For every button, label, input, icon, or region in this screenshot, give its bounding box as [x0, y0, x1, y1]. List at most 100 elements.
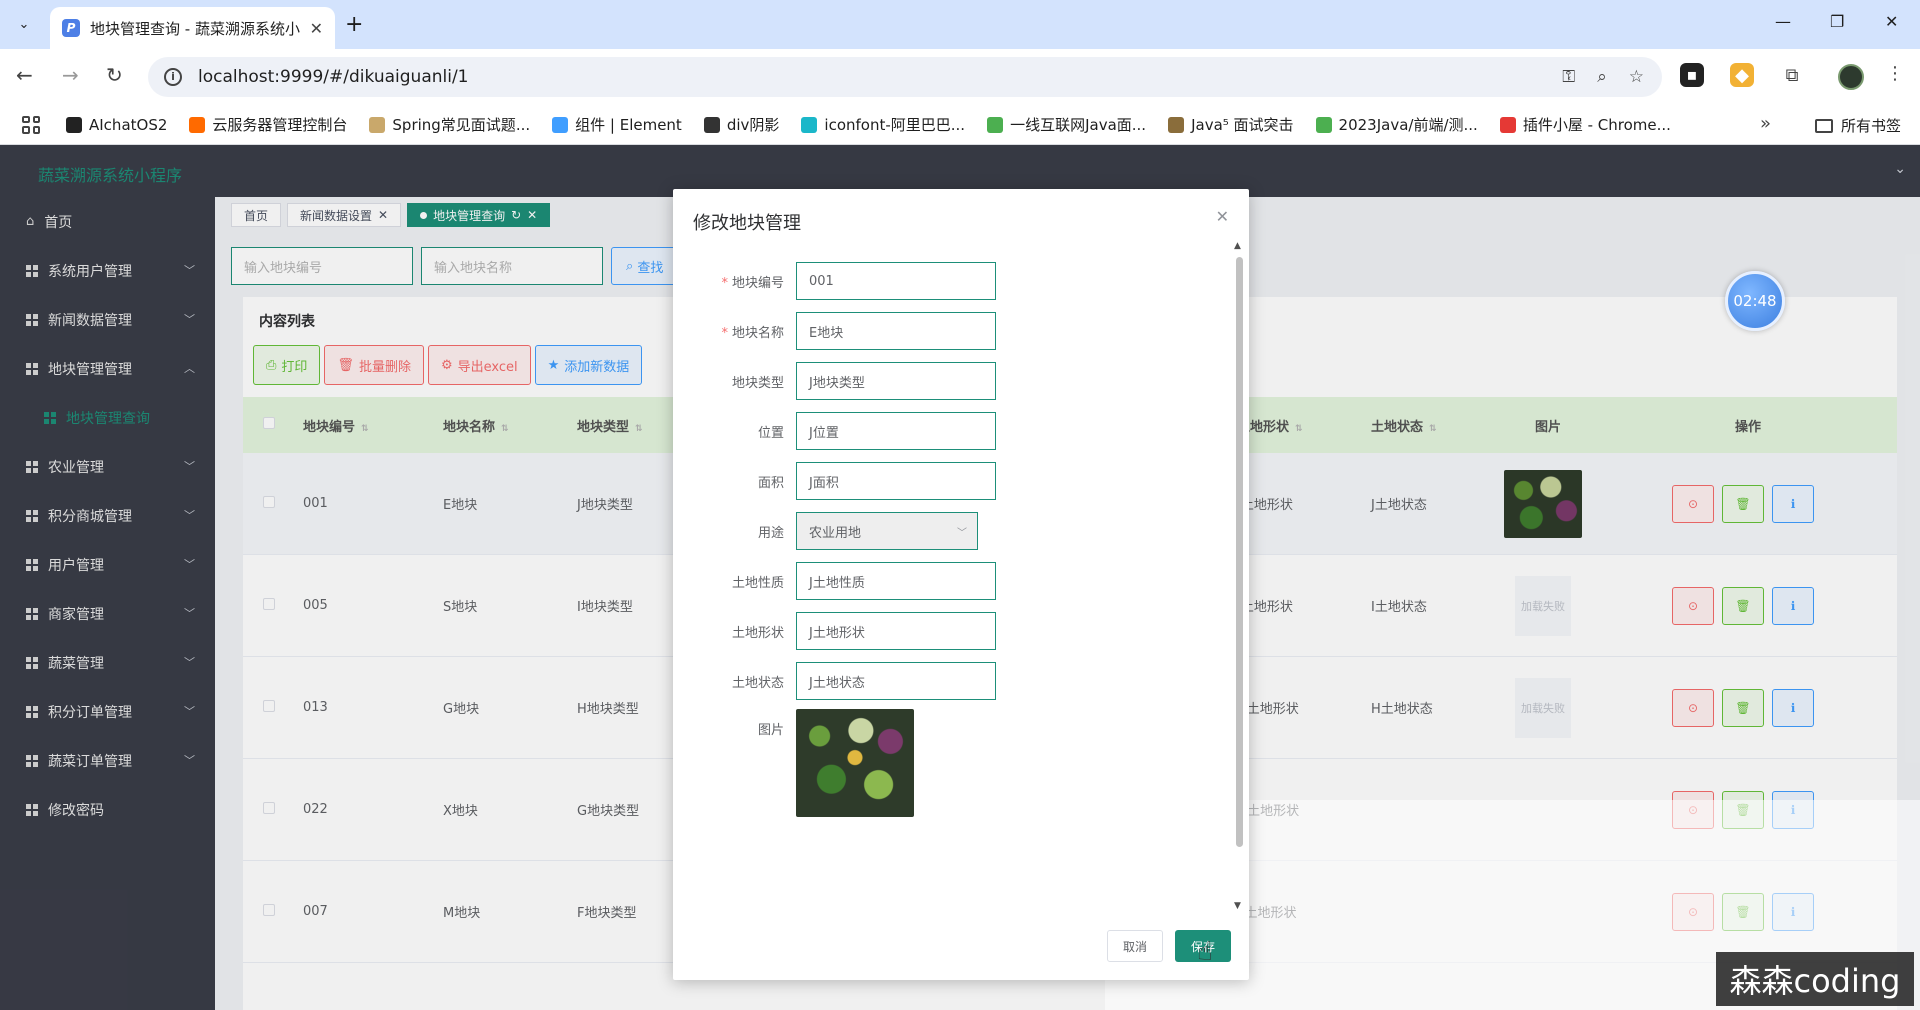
new-tab-icon[interactable]: +: [345, 12, 363, 37]
bookmark-item[interactable]: 云服务器管理控制台: [189, 114, 347, 135]
dialog-title: 修改地块管理: [693, 213, 801, 234]
bookmark-star-icon[interactable]: ☆: [1629, 67, 1644, 87]
bookmarks-bar: AIchatOS2 云服务器管理控制台 Spring常见面试题... 组件 | Ele…: [0, 105, 1920, 145]
browser-tab[interactable]: P 地块管理查询 - 蔬菜溯源系统小 ✕: [50, 7, 335, 49]
select-value: 农业用地: [809, 525, 862, 541]
bookmark-favicon-icon: [703, 116, 720, 133]
url-text[interactable]: localhost:9999/#/dikuaiguanli/1: [198, 67, 469, 87]
form-label: 土地形状: [673, 622, 796, 641]
more-bookmarks-icon[interactable]: »: [1760, 113, 1771, 134]
form-row: * 地块名称 E地块: [673, 312, 996, 350]
form-label-text: 地块类型: [731, 375, 784, 391]
favicon-icon: P: [62, 19, 80, 37]
usage-select[interactable]: 农业用地 ﹀: [796, 512, 978, 550]
form-row: 位置 J位置: [673, 412, 996, 450]
form-row: 土地性质 J土地性质: [673, 562, 996, 600]
form-label-text: 用途: [757, 525, 784, 541]
apps-grid-icon[interactable]: [22, 115, 40, 134]
bookmark-favicon-icon: [987, 116, 1004, 133]
form-row: 用途 农业用地 ﹀: [673, 512, 978, 550]
bookmark-item[interactable]: 插件小屋 - Chrome...: [1499, 114, 1671, 135]
bookmark-item[interactable]: Java⁵ 面试突击: [1168, 114, 1294, 135]
extension-icon[interactable]: ◼: [1680, 63, 1704, 87]
form-label: * 地块名称: [673, 322, 796, 341]
form-label-text: 位置: [757, 425, 784, 441]
timer-badge[interactable]: 02:48: [1725, 271, 1785, 331]
all-bookmarks-folder[interactable]: 所有书签: [1815, 115, 1901, 136]
bookmark-favicon-icon: [66, 116, 82, 133]
puzzle-icon[interactable]: ⧉: [1780, 63, 1804, 87]
bookmark-item[interactable]: 一线互联网Java面...: [987, 114, 1146, 135]
form-label: 地块类型: [673, 372, 796, 391]
form-input[interactable]: J地块类型: [796, 362, 996, 400]
omnibox[interactable]: i localhost:9999/#/dikuaiguanli/1 ⚿ ⌕ ☆: [148, 57, 1662, 97]
form-input[interactable]: J面积: [796, 462, 996, 500]
form-label: 面积: [673, 472, 796, 491]
reload-icon[interactable]: ↻: [106, 63, 123, 87]
back-icon[interactable]: ←: [16, 63, 33, 87]
zoom-icon[interactable]: ⌕: [1597, 67, 1607, 87]
form-row: 图片: [673, 709, 914, 817]
bookmark-item[interactable]: iconfont-阿里巴巴...: [801, 114, 965, 135]
bookmark-label: 插件小屋 - Chrome...: [1522, 116, 1671, 134]
plot-image-upload[interactable]: [796, 709, 914, 817]
folder-label: 所有书签: [1841, 117, 1902, 135]
tab-search-icon[interactable]: ⌄: [10, 10, 38, 38]
form-label: 位置: [673, 422, 796, 441]
form-input[interactable]: 001: [796, 262, 996, 300]
site-info-icon[interactable]: i: [164, 68, 182, 86]
bookmark-favicon-icon: [1315, 116, 1332, 133]
bookmark-label: 云服务器管理控制台: [212, 116, 348, 134]
tab-title: 地块管理查询 - 蔬菜溯源系统小: [90, 19, 300, 38]
more-menu-icon[interactable]: ⋮: [1886, 63, 1904, 84]
form-label-text: 图片: [757, 723, 784, 738]
form-label-text: 土地性质: [731, 575, 784, 591]
form-input[interactable]: J土地状态: [796, 662, 996, 700]
bookmark-favicon-icon: [1499, 116, 1516, 133]
dialog-scrollbar[interactable]: ▲ ▼: [1233, 241, 1245, 911]
form-input[interactable]: J位置: [796, 412, 996, 450]
bookmark-label: div阴影: [726, 116, 780, 134]
form-row: 土地状态 J土地状态: [673, 662, 996, 700]
form-label-text: 地块名称: [731, 325, 784, 341]
browser-tab-strip: ⌄ P 地块管理查询 - 蔬菜溯源系统小 ✕ + — ❐ ✕: [0, 0, 1920, 49]
bookmark-label: AIchatOS2: [89, 115, 168, 134]
watermark: 森森coding: [1716, 952, 1914, 1006]
form-label: * 地块编号: [673, 272, 796, 291]
scroll-up-icon[interactable]: ▲: [1234, 241, 1241, 251]
bookmark-item[interactable]: 2023Java/前端/测...: [1315, 114, 1478, 135]
form-row: 面积 J面积: [673, 462, 996, 500]
bookmark-favicon-icon: [1168, 116, 1185, 133]
folder-icon: [1815, 118, 1833, 133]
form-label: 用途: [673, 522, 796, 541]
cancel-button[interactable]: 取消: [1107, 930, 1163, 962]
forward-icon[interactable]: →: [62, 63, 79, 87]
edit-plot-dialog: 修改地块管理 ✕ ▲ ▼ * 地块编号 001 * 地块名称 E地块地块类型 J地块类型位置…: [673, 189, 1249, 980]
bookmark-favicon-icon: [369, 116, 386, 133]
bookmark-label: Java⁵ 面试突击: [1191, 116, 1294, 134]
bookmark-label: iconfont-阿里巴巴...: [824, 116, 966, 134]
bookmark-favicon-icon: [552, 116, 569, 133]
tab-close-icon[interactable]: ✕: [310, 19, 323, 38]
chevron-down-icon: ﹀: [957, 528, 967, 539]
bookmark-item[interactable]: Spring常见面试题...: [369, 114, 530, 135]
form-input[interactable]: E地块: [796, 312, 996, 350]
form-label: 土地状态: [673, 672, 796, 691]
dialog-close-icon[interactable]: ✕: [1216, 207, 1229, 226]
bookmark-item[interactable]: div阴影: [703, 114, 780, 135]
window-close-icon[interactable]: ✕: [1885, 12, 1898, 31]
minimize-icon[interactable]: —: [1775, 12, 1791, 31]
password-key-icon[interactable]: ⚿: [1562, 67, 1575, 87]
form-row: 地块类型 J地块类型: [673, 362, 996, 400]
scroll-thumb[interactable]: [1236, 257, 1243, 847]
bookmark-item[interactable]: 组件 | Element: [552, 114, 682, 135]
form-input[interactable]: J土地性质: [796, 562, 996, 600]
profile-avatar[interactable]: [1838, 64, 1864, 90]
form-input[interactable]: J土地形状: [796, 612, 996, 650]
bookmark-item[interactable]: AIchatOS2: [66, 114, 167, 135]
restore-icon[interactable]: ❐: [1830, 12, 1844, 31]
form-label-text: 面积: [757, 475, 784, 491]
form-label-text: 土地形状: [731, 625, 784, 641]
shield-extension-icon[interactable]: ◆: [1730, 63, 1754, 87]
scroll-down-icon[interactable]: ▼: [1234, 901, 1241, 911]
